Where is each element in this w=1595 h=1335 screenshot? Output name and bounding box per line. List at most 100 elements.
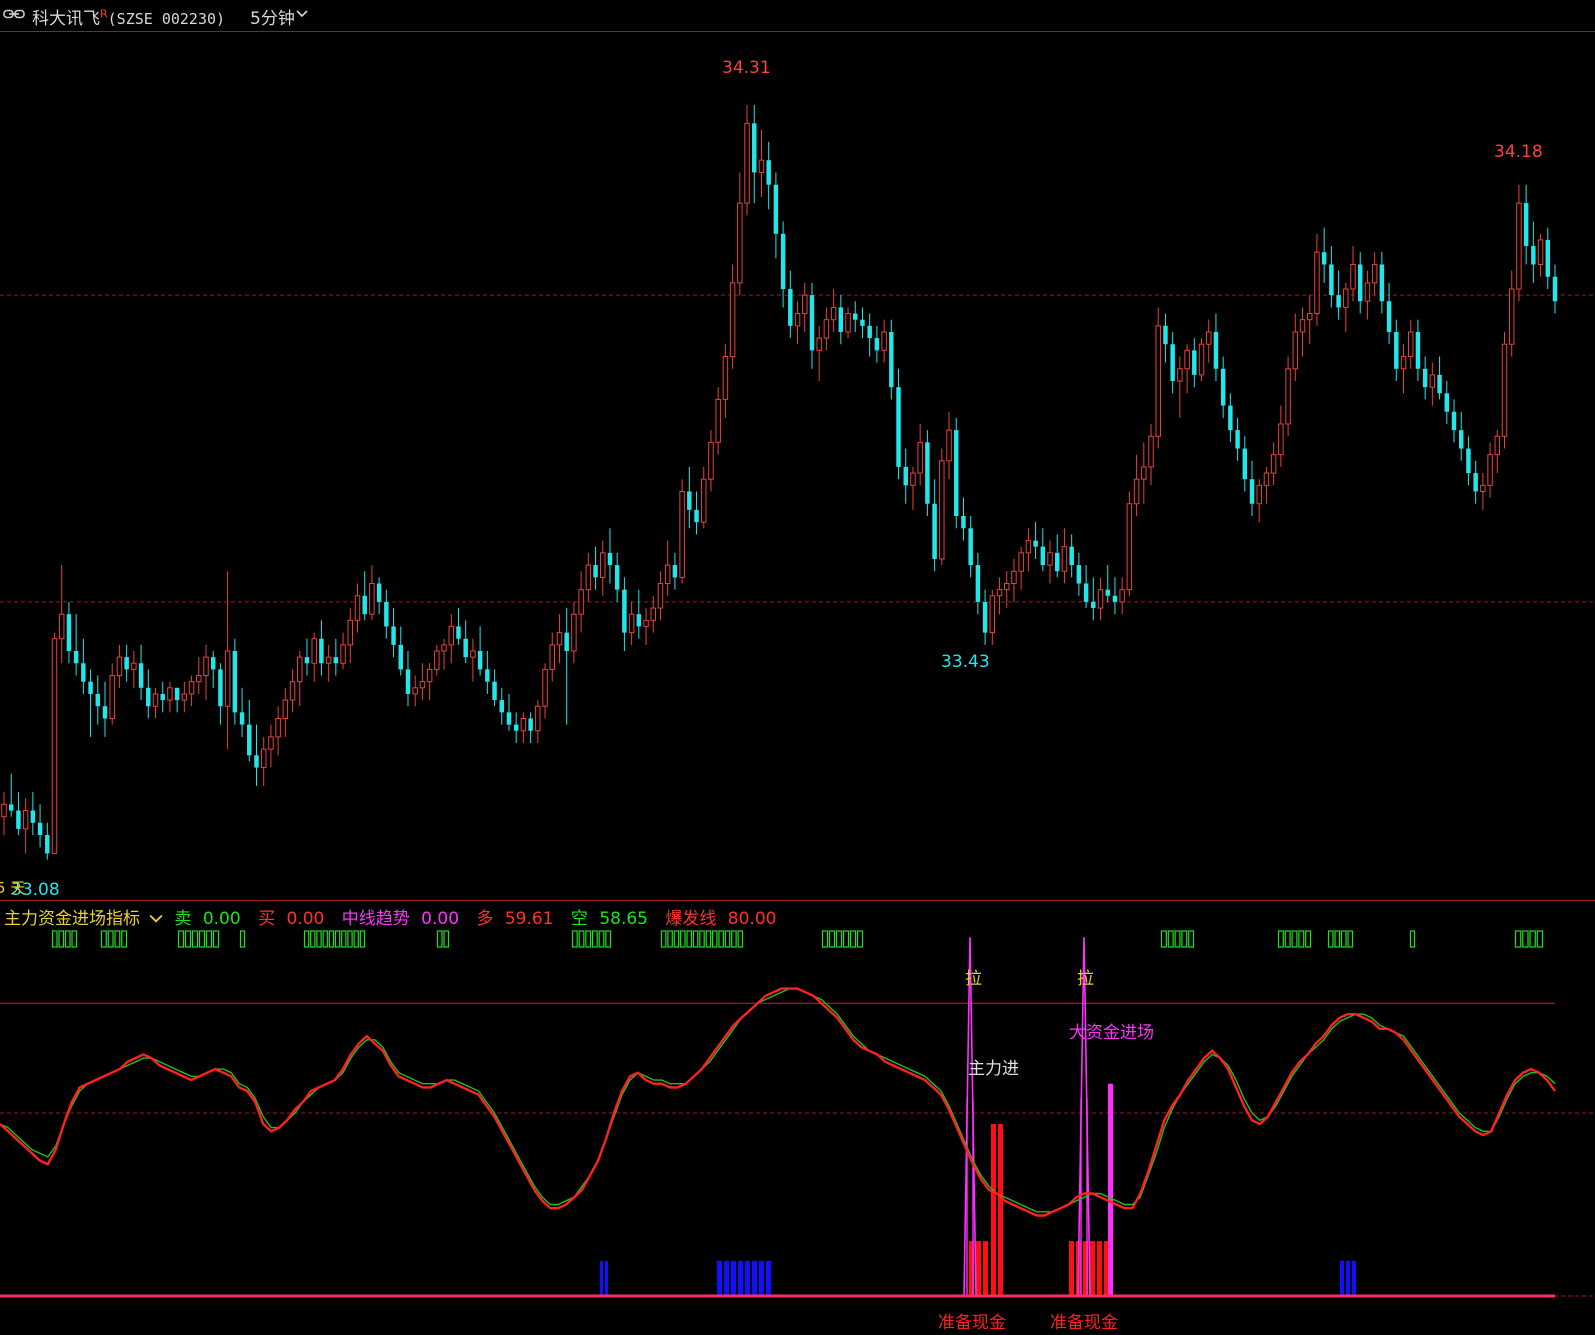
candle-body (45, 835, 50, 854)
red-bar (976, 1241, 981, 1296)
candle-body (838, 307, 844, 332)
sell-signal-mark (71, 930, 78, 948)
candle (45, 822, 50, 860)
blue-bar (717, 1260, 722, 1296)
candle-body (22, 810, 29, 830)
blue-bar (759, 1260, 764, 1296)
candle-body (203, 656, 209, 677)
sell-signal-mark (667, 930, 673, 948)
candle (1480, 473, 1486, 510)
sell-signal-mark (1409, 930, 1416, 948)
candle (1184, 344, 1190, 394)
candle-body (434, 650, 440, 670)
candle-body (1415, 331, 1421, 369)
candle (124, 644, 129, 682)
sell-signal-mark (341, 930, 347, 948)
candle (585, 552, 592, 602)
sell-signal-mark (205, 930, 213, 948)
sell-signal-mark (1522, 930, 1529, 948)
candle (802, 282, 808, 332)
candle-body (1091, 601, 1096, 609)
candle (218, 663, 223, 725)
candle-body (1242, 448, 1248, 480)
candle-body (1148, 435, 1154, 468)
candle (766, 141, 771, 210)
candle (903, 448, 908, 504)
candle (513, 712, 519, 744)
sell-signal-mark (737, 930, 744, 948)
candle (600, 540, 606, 596)
candle-body (1516, 202, 1522, 290)
sell-signal-mark (436, 930, 443, 948)
candle (73, 614, 79, 676)
sell-signal-mark (673, 930, 680, 948)
candle (614, 552, 620, 602)
candle (88, 669, 93, 737)
candle (975, 552, 981, 615)
candle-body (260, 748, 267, 769)
candle (542, 663, 548, 719)
candle (1148, 423, 1154, 486)
blue-bar (745, 1260, 750, 1296)
chevron-down-icon[interactable] (149, 914, 163, 924)
candle-body (1314, 251, 1320, 315)
sell-signal-mark (731, 930, 737, 948)
candle-body (1105, 589, 1110, 596)
candle (51, 632, 58, 854)
sell-signal-mark (239, 930, 246, 948)
candle-body (881, 331, 887, 351)
sell-signal-mark (821, 930, 829, 948)
candle-body (289, 681, 296, 701)
sell-signal-mark (849, 930, 857, 948)
candle (1170, 331, 1175, 394)
candle (492, 669, 497, 707)
candle-body (571, 613, 577, 652)
candle (1314, 233, 1320, 326)
indicator-title[interactable]: 主力资金进场指标 (4, 909, 163, 929)
candle-body (1545, 239, 1551, 277)
candle (260, 736, 267, 786)
candle (1061, 528, 1068, 584)
candle-body (1177, 368, 1183, 382)
candle-body (116, 656, 123, 677)
candle (1055, 534, 1060, 578)
candle (1329, 246, 1334, 308)
sell-signal-mark (1334, 930, 1341, 948)
candle-body (297, 656, 303, 683)
candle (657, 571, 664, 621)
candle-body (1040, 546, 1046, 566)
candle-body (528, 718, 533, 731)
red-bar (998, 1123, 1003, 1296)
candle-body (167, 687, 173, 701)
candle (694, 491, 699, 535)
candle-body (1292, 331, 1299, 370)
candle (1119, 577, 1125, 615)
candle-body (174, 687, 180, 701)
candle (564, 608, 569, 725)
candle (1198, 338, 1205, 382)
candle-body (1220, 368, 1226, 406)
candle (1263, 466, 1270, 504)
candle-body (369, 583, 375, 615)
candle (275, 706, 281, 756)
candle (535, 700, 541, 744)
sell-signal-mark (1529, 930, 1536, 948)
candle-body (917, 441, 923, 474)
candle-body (549, 644, 555, 670)
red-bar (1090, 1241, 1095, 1296)
red-bar (1097, 1241, 1102, 1296)
candle-body (1256, 484, 1262, 505)
candle-body (333, 657, 339, 664)
candle-body (506, 712, 512, 725)
candle-body (1112, 595, 1118, 602)
candle (1292, 313, 1299, 382)
candle-body (492, 681, 497, 701)
sell-signal-mark (686, 930, 693, 948)
sell-signal-mark (578, 930, 585, 948)
candle (896, 368, 901, 480)
candle-body (535, 705, 541, 732)
candle (1083, 565, 1089, 609)
candle (773, 172, 779, 259)
candle (1523, 184, 1529, 265)
candle (362, 571, 367, 621)
